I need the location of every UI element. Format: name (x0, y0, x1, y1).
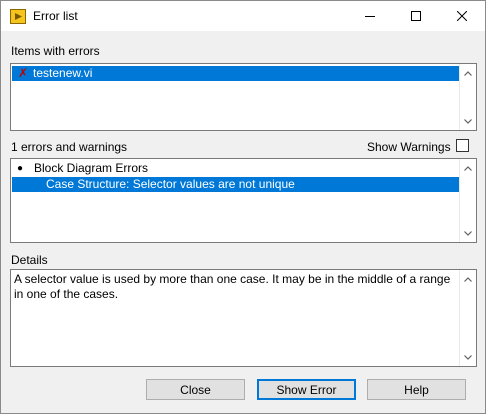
show-warnings-label[interactable]: Show Warnings (367, 140, 451, 154)
details-text-line-2: in one of the cases. (14, 287, 119, 301)
list-item[interactable]: ✗ testenew.vi (12, 66, 459, 81)
scroll-up-button[interactable] (460, 65, 476, 81)
scroll-up-button[interactable] (460, 160, 476, 176)
chevron-down-icon (464, 354, 472, 360)
error-x-icon: ✗ (18, 66, 29, 80)
items-with-errors-list[interactable]: ✗ testenew.vi (10, 63, 477, 131)
close-button[interactable]: Close (146, 379, 245, 400)
chevron-up-icon (464, 70, 472, 76)
labview-app-icon (10, 9, 26, 24)
close-window-button[interactable] (439, 1, 485, 31)
item-name: testenew.vi (33, 66, 93, 80)
scroll-down-button[interactable] (460, 113, 476, 129)
maximize-icon (411, 11, 421, 21)
chevron-up-icon (464, 165, 472, 171)
chevron-up-icon (464, 276, 472, 282)
tree-item-case-structure-error[interactable]: Case Structure: Selector values are not … (12, 177, 459, 192)
close-icon (457, 11, 467, 21)
details-scrollbar[interactable] (459, 270, 476, 366)
errors-scrollbar[interactable] (459, 159, 476, 242)
bullet-icon: ● (17, 163, 24, 174)
details-textbox[interactable]: A selector value is used by more than on… (10, 269, 477, 367)
scroll-up-button[interactable] (460, 271, 476, 287)
tree-item-label: Case Structure: Selector values are not … (46, 177, 295, 191)
help-button[interactable]: Help (367, 379, 466, 400)
tree-item-label: Block Diagram Errors (34, 161, 149, 175)
errors-tree[interactable]: ● Block Diagram Errors Case Structure: S… (10, 158, 477, 243)
errors-count-label: 1 errors and warnings (11, 140, 128, 154)
minimize-icon (365, 16, 375, 17)
scroll-down-button[interactable] (460, 349, 476, 365)
show-warnings-checkbox[interactable] (456, 139, 469, 152)
window-title: Error list (33, 9, 78, 23)
details-label: Details (11, 253, 48, 267)
items-with-errors-label: Items with errors (11, 44, 100, 58)
chevron-down-icon (464, 118, 472, 124)
scroll-down-button[interactable] (460, 225, 476, 241)
error-list-window: Error list Items with errors ✗ testenew.… (0, 0, 486, 414)
details-text-line-1: A selector value is used by more than on… (14, 272, 451, 286)
show-error-button[interactable]: Show Error (257, 379, 356, 400)
items-scrollbar[interactable] (459, 64, 476, 130)
maximize-button[interactable] (393, 1, 439, 31)
title-bar[interactable]: Error list (1, 1, 485, 31)
chevron-down-icon (464, 230, 472, 236)
tree-item-block-diagram-errors[interactable]: ● Block Diagram Errors (12, 161, 459, 176)
minimize-button[interactable] (347, 1, 393, 31)
